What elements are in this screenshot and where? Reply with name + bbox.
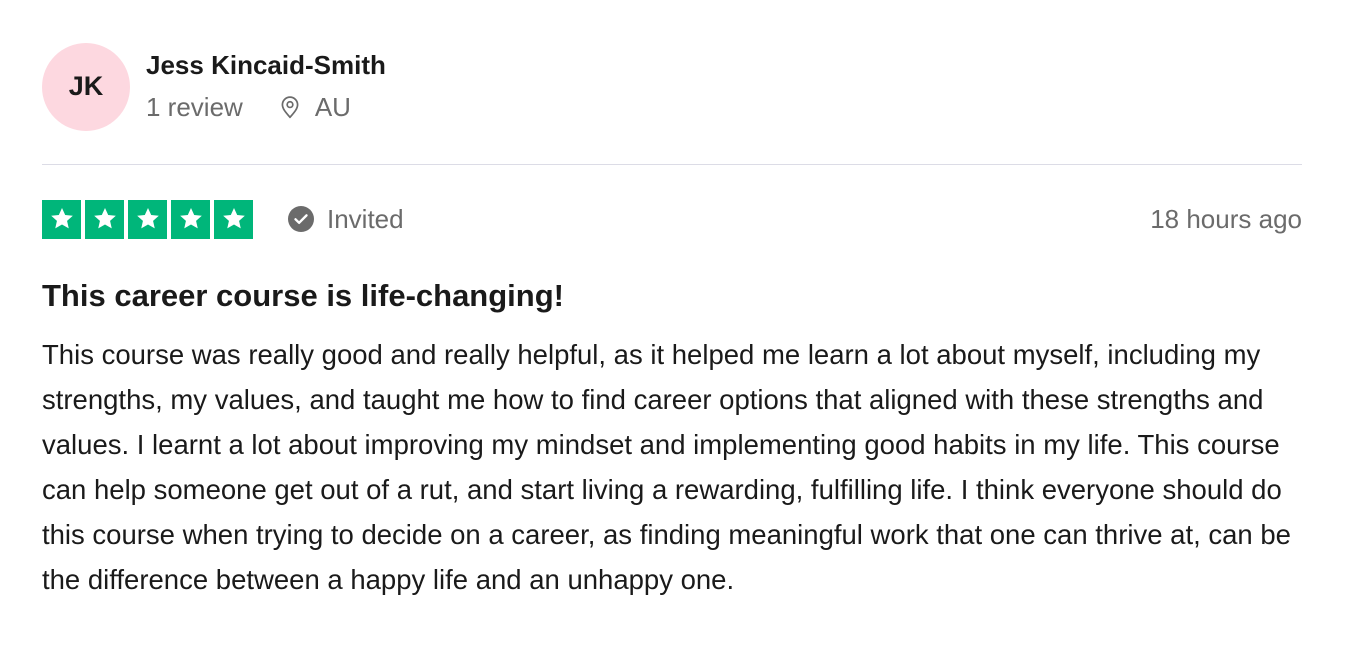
consumer-name[interactable]: Jess Kincaid-Smith (146, 50, 386, 81)
review-timestamp: 18 hours ago (1150, 203, 1302, 234)
star-icon (85, 199, 124, 239)
review-count: 1 review (146, 91, 243, 122)
check-circle-icon (287, 205, 315, 233)
consumer-info: Jess Kincaid-Smith 1 review AU (146, 50, 386, 122)
review-card: JK Jess Kincaid-Smith 1 review AU Invite… (0, 0, 1348, 652)
star-rating (42, 199, 253, 239)
review-body: This course was really good and really h… (42, 339, 1291, 596)
star-icon (214, 199, 253, 239)
star-icon (171, 199, 210, 239)
rating-row: Invited 18 hours ago (42, 199, 1302, 239)
verification-text: Invited (327, 203, 404, 234)
verification-label[interactable]: Invited (287, 204, 404, 235)
rating-left: Invited (42, 199, 404, 239)
consumer-header: JK Jess Kincaid-Smith 1 review AU (42, 0, 1302, 162)
avatar[interactable]: JK (42, 42, 130, 131)
review-title[interactable]: This career course is life-changing! (42, 276, 1302, 316)
star-icon (128, 199, 167, 239)
consumer-meta: 1 review AU (146, 92, 386, 123)
consumer-location: AU (314, 91, 351, 122)
divider (42, 164, 1302, 165)
star-icon (42, 199, 81, 239)
location-pin-icon (277, 94, 303, 120)
